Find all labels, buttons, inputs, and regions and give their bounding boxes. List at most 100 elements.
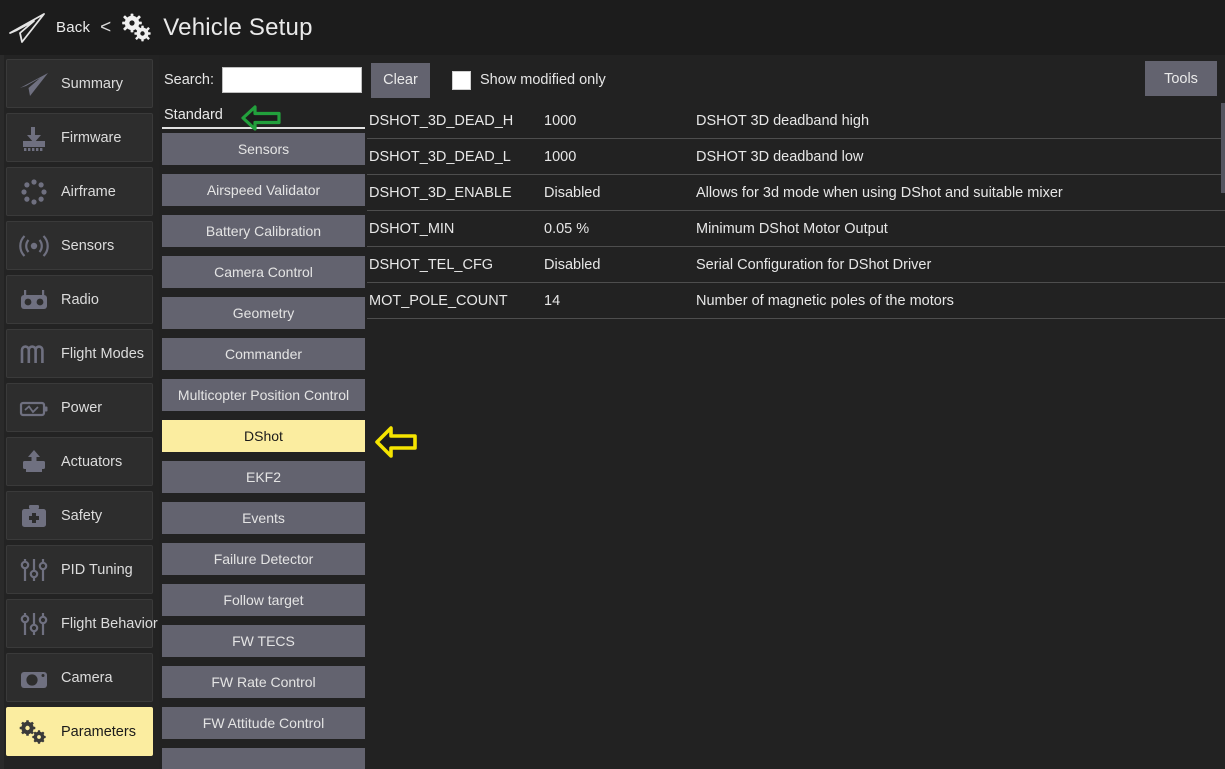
search-label: Search: — [164, 72, 214, 88]
rc-transmitter-icon — [17, 285, 51, 315]
sidebar-item-firmware[interactable]: Firmware — [6, 113, 153, 162]
param-name: DSHOT_3D_DEAD_H — [367, 113, 544, 129]
param-value: Disabled — [544, 185, 696, 201]
clear-button[interactable]: Clear — [371, 63, 430, 98]
param-description: Serial Configuration for DShot Driver — [696, 257, 1225, 273]
sidebar-item-label: Power — [61, 400, 102, 416]
group-item-commander[interactable]: Commander — [162, 338, 365, 370]
app-header: Back < — [0, 0, 1225, 55]
table-row[interactable]: MOT_POLE_COUNT14Number of magnetic poles… — [367, 283, 1225, 319]
group-divider — [162, 127, 365, 129]
sidebar-item-summary[interactable]: Summary — [6, 59, 153, 108]
vehicle-setup-sidebar: Summary Firmware Airframe Sensors Radio Fligh… — [0, 55, 159, 769]
sidebar-item-sensors[interactable]: Sensors — [6, 221, 153, 270]
camera-icon — [17, 663, 51, 693]
param-name: DSHOT_3D_ENABLE — [367, 185, 544, 201]
paper-plane-icon — [17, 69, 51, 99]
sidebar-item-label: Camera — [61, 670, 113, 686]
sidebar-item-flight-behavior[interactable]: Flight Behavior — [6, 599, 153, 648]
param-description: DSHOT 3D deadband low — [696, 149, 1225, 165]
param-description: DSHOT 3D deadband high — [696, 113, 1225, 129]
sidebar-item-flight-modes[interactable]: Flight Modes — [6, 329, 153, 378]
param-name: MOT_POLE_COUNT — [367, 293, 544, 309]
sidebar-item-label: Summary — [61, 76, 123, 92]
sidebar-item-label: PID Tuning — [61, 562, 133, 578]
airframe-dots-icon — [17, 177, 51, 207]
table-row[interactable]: DSHOT_MIN0.05 %Minimum DShot Motor Outpu… — [367, 211, 1225, 247]
param-name: DSHOT_3D_DEAD_L — [367, 149, 544, 165]
group-item[interactable] — [162, 748, 365, 769]
table-row[interactable]: DSHOT_TEL_CFGDisabledSerial Configuratio… — [367, 247, 1225, 283]
group-item-fw-rate-control[interactable]: FW Rate Control — [162, 666, 365, 698]
parameters-panel: Search: Clear Show modified only Tools S… — [159, 55, 1225, 769]
sidebar-item-label: Parameters — [61, 724, 136, 740]
sidebar-scrollbar[interactable] — [0, 55, 4, 769]
group-item-follow-target[interactable]: Follow target — [162, 584, 365, 616]
group-item-geometry[interactable]: Geometry — [162, 297, 365, 329]
first-aid-kit-icon — [17, 501, 51, 531]
sidebar-item-safety[interactable]: Safety — [6, 491, 153, 540]
sidebar-item-pid-tuning[interactable]: PID Tuning — [6, 545, 153, 594]
group-item-failure-detector[interactable]: Failure Detector — [162, 543, 365, 575]
sidebar-item-label: Sensors — [61, 238, 114, 254]
param-value: 0.05 % — [544, 221, 696, 237]
search-input[interactable] — [222, 67, 362, 93]
sidebar-item-label: Actuators — [61, 454, 122, 470]
param-description: Number of magnetic poles of the motors — [696, 293, 1225, 309]
actuator-arrow-icon — [17, 447, 51, 477]
sidebar-item-radio[interactable]: Radio — [6, 275, 153, 324]
group-item-camera-control[interactable]: Camera Control — [162, 256, 365, 288]
show-modified-label: Show modified only — [480, 72, 606, 88]
group-category-label[interactable]: Standard — [162, 107, 223, 123]
tools-button[interactable]: Tools — [1145, 61, 1217, 96]
signal-waves-icon — [17, 231, 51, 261]
param-value: Disabled — [544, 257, 696, 273]
param-description: Minimum DShot Motor Output — [696, 221, 1225, 237]
sidebar-item-actuators[interactable]: Actuators — [6, 437, 153, 486]
param-name: DSHOT_TEL_CFG — [367, 257, 544, 273]
table-row[interactable]: DSHOT_3D_DEAD_L1000DSHOT 3D deadband low — [367, 139, 1225, 175]
gears-icon — [121, 13, 153, 43]
group-item-dshot[interactable]: DShot — [162, 420, 365, 452]
parameter-group-column: Standard Sensors Airspeed Validator Batter… — [162, 103, 365, 769]
group-item-airspeed-validator[interactable]: Airspeed Validator — [162, 174, 365, 206]
back-button[interactable]: Back — [56, 19, 90, 36]
group-item-events[interactable]: Events — [162, 502, 365, 534]
group-item-multicopter-position-control[interactable]: Multicopter Position Control — [162, 379, 365, 411]
param-value: 1000 — [544, 149, 696, 165]
param-name: DSHOT_MIN — [367, 221, 544, 237]
show-modified-checkbox[interactable] — [452, 71, 471, 90]
waveform-icon — [17, 339, 51, 369]
sidebar-item-label: Radio — [61, 292, 99, 308]
battery-icon — [17, 393, 51, 423]
paper-plane-icon[interactable] — [8, 11, 48, 45]
sidebar-item-label: Flight Behavior — [61, 616, 158, 632]
group-item-fw-tecs[interactable]: FW TECS — [162, 625, 365, 657]
sliders-icon — [17, 609, 51, 639]
sidebar-item-airframe[interactable]: Airframe — [6, 167, 153, 216]
sidebar-item-camera[interactable]: Camera — [6, 653, 153, 702]
sidebar-item-label: Firmware — [61, 130, 121, 146]
group-item-battery-calibration[interactable]: Battery Calibration — [162, 215, 365, 247]
download-chip-icon — [17, 123, 51, 153]
param-description: Allows for 3d mode when using DShot and … — [696, 185, 1225, 201]
table-scrollbar[interactable] — [1221, 103, 1225, 193]
group-item-sensors[interactable]: Sensors — [162, 133, 365, 165]
gears-icon — [17, 717, 51, 747]
group-item-ekf2[interactable]: EKF2 — [162, 461, 365, 493]
param-value: 1000 — [544, 113, 696, 129]
sidebar-item-label: Flight Modes — [61, 346, 144, 362]
param-value: 14 — [544, 293, 696, 309]
sidebar-item-parameters[interactable]: Parameters — [6, 707, 153, 756]
search-toolbar: Search: Clear Show modified only — [164, 61, 606, 99]
sidebar-item-label: Safety — [61, 508, 102, 524]
sidebar-item-label: Airframe — [61, 184, 116, 200]
sliders-icon — [17, 555, 51, 585]
page-title: Vehicle Setup — [163, 14, 312, 42]
chevron-left-icon: < — [100, 17, 111, 39]
table-row[interactable]: DSHOT_3D_ENABLEDisabledAllows for 3d mod… — [367, 175, 1225, 211]
group-item-fw-attitude-control[interactable]: FW Attitude Control — [162, 707, 365, 739]
parameter-table: DSHOT_3D_DEAD_H1000DSHOT 3D deadband hig… — [367, 103, 1225, 769]
table-row[interactable]: DSHOT_3D_DEAD_H1000DSHOT 3D deadband hig… — [367, 103, 1225, 139]
sidebar-item-power[interactable]: Power — [6, 383, 153, 432]
